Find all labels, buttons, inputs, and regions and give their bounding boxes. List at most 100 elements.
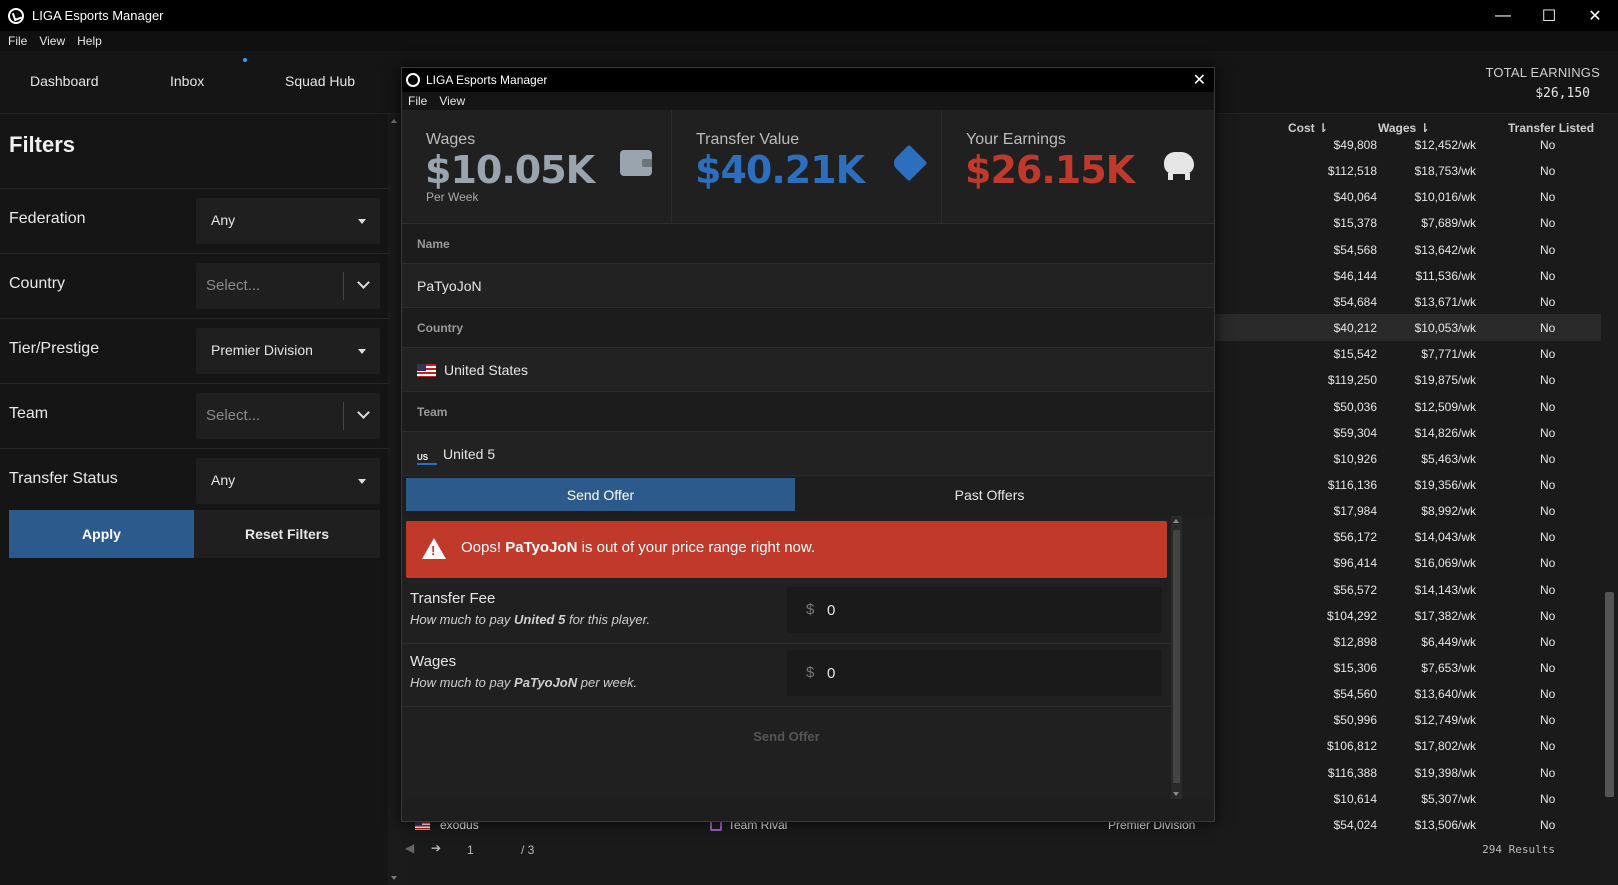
team-select[interactable]: Select... xyxy=(196,393,380,439)
menu-file[interactable]: File xyxy=(8,34,27,48)
player-cost: $56,572 xyxy=(1333,582,1377,597)
tab-past-offers[interactable]: Past Offers xyxy=(795,478,1184,511)
player-cost: $54,560 xyxy=(1333,687,1377,702)
page-total: / 3 xyxy=(521,843,535,857)
player-cost: $104,292 xyxy=(1326,608,1377,623)
filter-transfer-status: Transfer Status Any xyxy=(0,448,388,513)
player-transfer-listed: No xyxy=(1540,504,1556,519)
stat-value: $10.05K xyxy=(425,148,595,192)
next-page-icon[interactable]: ➔ xyxy=(431,841,441,855)
transfer-status-select[interactable]: Any xyxy=(196,458,380,504)
page-input[interactable]: 1 xyxy=(467,843,474,857)
stat-value: $26.15K xyxy=(965,148,1135,192)
player-wages: $7,653/wk xyxy=(1421,661,1476,675)
dollar-icon: $ xyxy=(806,664,815,681)
player-cost: $119,250 xyxy=(1327,373,1377,388)
player-wages: $13,506/wk xyxy=(1414,817,1476,832)
alert-message: Oops! PaTyoJoN is out of your price rang… xyxy=(461,539,816,556)
player-transfer-listed: No xyxy=(1540,373,1556,388)
apply-button[interactable]: Apply xyxy=(9,510,194,558)
scroll-thumb[interactable] xyxy=(1605,592,1614,797)
team-placeholder: Select... xyxy=(206,407,261,424)
modal-menu-view[interactable]: View xyxy=(439,94,465,108)
price-range-alert: Oops! PaTyoJoN is out of your price rang… xyxy=(406,521,1167,578)
federation-select[interactable]: Any xyxy=(196,198,380,244)
close-button[interactable]: ✕ xyxy=(1572,0,1618,31)
player-wages: $19,398/wk xyxy=(1414,765,1476,780)
stat-wages: Wages $10.05K Per Week xyxy=(402,110,672,224)
menu-bar: File View Help xyxy=(0,31,1618,51)
transfer-fee-value: 0 xyxy=(827,602,836,619)
piggy-bank-icon xyxy=(1164,152,1194,180)
transfer-fee-input[interactable]: $ 0 xyxy=(787,587,1162,633)
nav-squad-hub[interactable]: Squad Hub xyxy=(285,73,355,89)
modal-close-icon[interactable]: ✕ xyxy=(1193,70,1206,90)
transfer-fee-label: Transfer Fee xyxy=(410,590,496,607)
maximize-button[interactable]: ☐ xyxy=(1526,0,1572,31)
scroll-up-icon[interactable] xyxy=(391,119,397,123)
player-transfer-listed: No xyxy=(1540,765,1556,780)
modal-menu-file[interactable]: File xyxy=(408,94,427,108)
player-transfer-listed: No xyxy=(1540,347,1556,362)
player-transfer-listed: No xyxy=(1540,817,1556,832)
name-value: PaTyoJoN xyxy=(402,264,1214,308)
warning-icon xyxy=(422,538,446,559)
tab-send-offer[interactable]: Send Offer xyxy=(406,478,795,511)
nav-inbox[interactable]: Inbox xyxy=(170,73,204,89)
table-scrollbar[interactable] xyxy=(1601,114,1618,885)
name-header: Name xyxy=(402,224,1214,264)
stat-label: Transfer Value xyxy=(696,131,800,148)
player-wages: $10,016/wk xyxy=(1414,190,1476,205)
tier-label: Tier/Prestige xyxy=(9,340,100,357)
nav-dashboard[interactable]: Dashboard xyxy=(30,73,99,89)
tier-select[interactable]: Premier Division xyxy=(196,328,380,374)
player-wages: $5,307/wk xyxy=(1421,791,1476,806)
menu-view[interactable]: View xyxy=(39,34,65,48)
scroll-up-icon[interactable] xyxy=(1173,519,1179,523)
player-cost: $15,378 xyxy=(1333,216,1377,231)
transfer-status-value: Any xyxy=(211,472,236,488)
pagination: ◀ ➔ 1 / 3 294 Results xyxy=(401,836,1601,862)
player-transfer-listed: No xyxy=(1540,530,1556,545)
player-transfer-listed: No xyxy=(1540,138,1556,152)
minimize-button[interactable]: — xyxy=(1480,0,1526,31)
player-cost: $116,136 xyxy=(1327,477,1377,492)
offer-scrollbar[interactable] xyxy=(1171,516,1182,799)
country-select[interactable]: Select... xyxy=(196,263,380,309)
player-cost: $46,144 xyxy=(1333,268,1377,283)
modal-menu-bar: File View xyxy=(402,92,1214,110)
reset-filters-button[interactable]: Reset Filters xyxy=(194,510,380,558)
scroll-down-icon[interactable] xyxy=(1173,792,1179,796)
filters-scrollbar[interactable] xyxy=(388,114,401,885)
team-header: Team xyxy=(402,392,1214,432)
player-cost: $106,812 xyxy=(1326,739,1377,754)
stat-transfer-value: Transfer Value $40.21K xyxy=(672,110,942,224)
player-transfer-listed: No xyxy=(1540,582,1556,597)
player-wages: $14,143/wk xyxy=(1414,582,1476,597)
player-wages: $19,875/wk xyxy=(1414,373,1476,388)
player-wages: $14,826/wk xyxy=(1414,425,1476,440)
app-logo-icon xyxy=(406,73,420,87)
transfer-status-label: Transfer Status xyxy=(9,470,118,487)
wallet-icon xyxy=(620,150,652,176)
total-earnings-label: TOTAL EARNINGS xyxy=(1485,65,1600,80)
filter-country: Country Select... xyxy=(0,253,388,318)
scroll-down-icon[interactable] xyxy=(391,876,397,880)
player-wages: $13,640/wk xyxy=(1414,687,1476,702)
menu-help[interactable]: Help xyxy=(77,34,102,48)
chevron-down-icon[interactable] xyxy=(357,276,370,289)
scroll-thumb[interactable] xyxy=(1173,530,1180,783)
team-value: United 5 xyxy=(443,446,496,462)
player-cost: $40,212 xyxy=(1333,321,1377,336)
filters-panel: Filters Federation Any Country Select...… xyxy=(0,114,388,885)
prev-page-icon[interactable]: ◀ xyxy=(405,841,414,855)
send-offer-button[interactable]: Send Offer xyxy=(402,721,1171,751)
player-transfer-listed: No xyxy=(1540,713,1556,728)
player-wages: $10,053/wk xyxy=(1414,321,1476,336)
country-header: Country xyxy=(402,308,1214,348)
wages-input[interactable]: $ 0 xyxy=(787,650,1162,696)
offer-tabs: Send Offer Past Offers xyxy=(406,478,1210,511)
chevron-down-icon[interactable] xyxy=(357,406,370,419)
player-wages: $6,449/wk xyxy=(1421,634,1476,649)
player-wages: $13,671/wk xyxy=(1414,294,1476,309)
